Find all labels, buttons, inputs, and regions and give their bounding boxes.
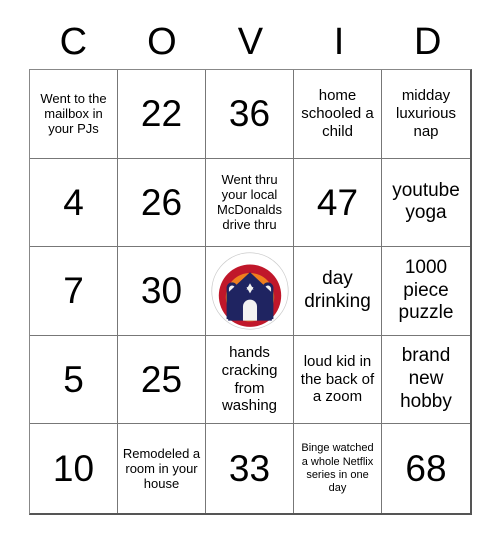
bingo-cell-text: 26	[140, 181, 183, 223]
bingo-cell-text: 25	[140, 359, 183, 401]
bingo-cell-r1c3[interactable]: 36	[206, 70, 294, 159]
bingo-cell-r5c5[interactable]: 68	[382, 424, 470, 513]
bingo-cell-r4c5[interactable]: brand new hobby	[382, 335, 470, 425]
bingo-cell-r2c3[interactable]: Went thru your local McDonalds drive thr…	[206, 158, 294, 248]
bingo-cell-r5c4[interactable]: Binge watched a whole Netflix series in …	[294, 424, 382, 513]
bingo-cell-text: 7	[63, 270, 84, 312]
bingo-header-row: C O V I D	[29, 18, 472, 66]
bingo-cell-r3c4[interactable]: day drinking	[294, 247, 382, 336]
header-letter-3: V	[237, 21, 264, 63]
bingo-cell-r2c4[interactable]: 47	[294, 158, 382, 248]
bingo-cell-text: hands cracking from washing	[221, 344, 278, 415]
bingo-cell-text: Binge watched a whole Netflix series in …	[301, 442, 374, 494]
bingo-cell-r4c1[interactable]: 5	[30, 335, 118, 425]
bingo-cell-text: 30	[140, 270, 183, 312]
header-letter-1: C	[59, 21, 88, 63]
bingo-cell-text: 1000 piece puzzle	[398, 256, 454, 324]
bingo-cell-text: 47	[316, 181, 359, 223]
bingo-cell-r1c5[interactable]: midday luxurious nap	[382, 70, 470, 159]
bingo-cell-text: loud kid in the back of a zoom	[300, 353, 375, 406]
bingo-cell-text: day drinking	[304, 268, 371, 312]
bingo-cell-text: Went thru your local McDonalds drive thr…	[216, 172, 283, 233]
bingo-cell-text: brand new hobby	[400, 345, 452, 412]
bingo-cell-r4c2[interactable]: 25	[118, 335, 206, 425]
bingo-cell-r3c1[interactable]: 7	[30, 247, 118, 336]
bingo-cell-text: 5	[63, 359, 84, 401]
bingo-cell-r2c2[interactable]: 26	[118, 158, 206, 248]
bingo-cell-r2c1[interactable]: 4	[30, 158, 118, 248]
bingo-cell-r3c2[interactable]: 30	[118, 247, 206, 336]
bingo-cell-text: home schooled a child	[301, 87, 374, 140]
bingo-free-space-cell[interactable]	[206, 247, 294, 336]
bingo-cell-r5c2[interactable]: Remodeled a room in your house	[118, 424, 206, 513]
bingo-cell-text: 4	[63, 181, 84, 223]
covid-bingo-card: C O V I D Went to the mailbox in your PJ…	[0, 0, 500, 544]
bingo-cell-text: 68	[405, 448, 447, 490]
bingo-cell-r5c3[interactable]: 33	[206, 424, 294, 513]
bingo-cell-r2c5[interactable]: youtube yoga	[382, 158, 470, 248]
bingo-cell-text: 33	[228, 448, 271, 490]
bingo-cell-text: Went to the mailbox in your PJs	[40, 91, 107, 137]
header-letter-4: I	[333, 21, 345, 63]
bingo-cell-text: 10	[52, 448, 95, 490]
bingo-cell-text: Remodeled a room in your house	[122, 446, 201, 492]
bingo-cell-r4c4[interactable]: loud kid in the back of a zoom	[294, 335, 382, 425]
bingo-cell-text: 36	[228, 93, 271, 135]
header-letter-2: O	[147, 21, 177, 63]
bingo-grid: Went to the mailbox in your PJs 22 36 home …	[29, 69, 472, 515]
bingo-cell-r1c1[interactable]: Went to the mailbox in your PJs	[30, 70, 118, 159]
bingo-cell-text: midday luxurious nap	[395, 87, 457, 140]
synagogue-rainbow-logo-icon	[210, 252, 289, 330]
bingo-cell-r5c1[interactable]: 10	[30, 424, 118, 513]
bingo-cell-text: 22	[140, 93, 183, 135]
bingo-cell-r1c2[interactable]: 22	[118, 70, 206, 159]
bingo-cell-r3c5[interactable]: 1000 piece puzzle	[382, 247, 470, 336]
bingo-cell-r4c3[interactable]: hands cracking from washing	[206, 335, 294, 425]
bingo-cell-r1c4[interactable]: home schooled a child	[294, 70, 382, 159]
header-letter-5: D	[413, 21, 442, 63]
bingo-cell-text: youtube yoga	[392, 179, 460, 224]
